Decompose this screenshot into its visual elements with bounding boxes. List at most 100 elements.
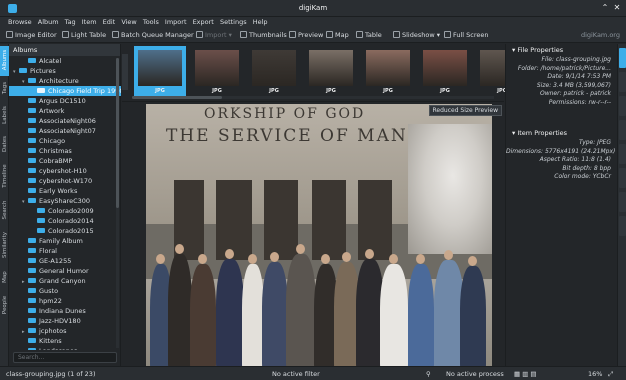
- album-tree-item[interactable]: Kittens: [9, 336, 121, 346]
- zoom-fit-icon[interactable]: ⤢: [608, 370, 613, 379]
- filmstrip-thumbnail[interactable]: JPG: [419, 46, 471, 96]
- thumbnails-button[interactable]: Thumbnails: [240, 31, 287, 39]
- tab-metadata[interactable]: [619, 72, 626, 92]
- album-tree-item[interactable]: ▸ Grand Canyon: [9, 276, 121, 286]
- filmstrip-thumbnail[interactable]: JPG: [362, 46, 414, 96]
- menu-album[interactable]: Album: [36, 17, 61, 27]
- minimize-button[interactable]: ⌃: [600, 3, 610, 13]
- menu-settings[interactable]: Settings: [218, 17, 249, 27]
- tab-tags[interactable]: Tags: [0, 78, 9, 100]
- property-row: Permissions: rw-r--r--: [548, 98, 611, 106]
- menu-help[interactable]: Help: [251, 17, 270, 27]
- folder-icon: [28, 318, 36, 323]
- album-tree-item[interactable]: cybershot-H10: [9, 166, 121, 176]
- batch-queue-button[interactable]: Batch Queue Manager: [112, 31, 194, 39]
- tab-tools[interactable]: [619, 216, 626, 236]
- menu-view[interactable]: View: [119, 17, 138, 27]
- album-tree-item[interactable]: Artwork: [9, 106, 121, 116]
- album-tree-item[interactable]: Landscapes: [9, 346, 121, 350]
- filmstrip-thumbnail[interactable]: JPG: [305, 46, 357, 96]
- menu-browse[interactable]: Browse: [6, 17, 34, 27]
- window-title: digiKam: [298, 4, 328, 12]
- table-button[interactable]: Table: [356, 31, 382, 39]
- slideshow-button[interactable]: Slideshow ▾: [393, 31, 440, 39]
- tab-filters[interactable]: [619, 192, 626, 212]
- fullscreen-button[interactable]: Full Screen: [444, 31, 489, 39]
- image-editor-button[interactable]: Image Editor: [6, 31, 57, 39]
- filter-icon[interactable]: ⚲: [426, 370, 431, 378]
- album-tree-item[interactable]: ▾ Architecture: [9, 76, 121, 86]
- album-tree-scrollbar[interactable]: [116, 58, 119, 348]
- album-tree-item[interactable]: Gusto: [9, 286, 121, 296]
- view-mode-icons[interactable]: ▦ ▥ ▤: [514, 370, 537, 378]
- close-button[interactable]: ✕: [612, 3, 622, 13]
- album-tree-item[interactable]: Colorado2014: [9, 216, 121, 226]
- tab-dates[interactable]: Dates: [0, 132, 9, 158]
- album-label: cybershot-H10: [39, 167, 87, 175]
- album-tree-item[interactable]: Chicago: [9, 136, 121, 146]
- album-tree-item[interactable]: Christmas: [9, 146, 121, 156]
- tab-albums[interactable]: Albums: [0, 46, 9, 76]
- filmstrip-thumbnail[interactable]: JPG: [134, 46, 186, 96]
- property-row: Type: JPEG: [579, 139, 611, 146]
- menu-export[interactable]: Export: [191, 17, 216, 27]
- album-tree-item[interactable]: cybershot-W170: [9, 176, 121, 186]
- folder-icon: [28, 58, 36, 63]
- album-tree-item[interactable]: ▾ Pictures: [9, 66, 121, 76]
- tab-colors[interactable]: [619, 96, 626, 116]
- tab-properties[interactable]: [619, 48, 626, 68]
- album-tree-item[interactable]: Floral: [9, 246, 121, 256]
- album-tree-item[interactable]: Colorado2009: [9, 206, 121, 216]
- filmstrip-scrollbar[interactable]: [132, 96, 494, 99]
- tab-map[interactable]: Map: [0, 266, 9, 290]
- album-tree-item[interactable]: hpm22: [9, 296, 121, 306]
- album-tree-item[interactable]: Chicago Field Trip 1990: [9, 86, 121, 96]
- menu-edit[interactable]: Edit: [101, 17, 118, 27]
- album-tree-item[interactable]: Jazz-HDV180: [9, 316, 121, 326]
- album-search-input[interactable]: Search...: [13, 352, 117, 363]
- tab-versions[interactable]: [619, 168, 626, 188]
- light-table-icon: [62, 31, 69, 38]
- light-table-button[interactable]: Light Table: [62, 31, 106, 39]
- album-tree-item[interactable]: Indiana Dunes: [9, 306, 121, 316]
- scrollbar-thumb[interactable]: [116, 58, 119, 208]
- filmstrip-scrollbar-thumb[interactable]: [132, 96, 222, 99]
- menu-item[interactable]: Item: [80, 17, 99, 27]
- item-properties-header[interactable]: ▾ Item Properties: [506, 127, 617, 139]
- menu-tag[interactable]: Tag: [63, 17, 78, 27]
- album-tree-item[interactable]: AssociateNight07: [9, 126, 121, 136]
- album-tree-item[interactable]: GE-A1255: [9, 256, 121, 266]
- tab-timeline[interactable]: Timeline: [0, 160, 9, 194]
- album-tree-item[interactable]: CobraBMP: [9, 156, 121, 166]
- map-button[interactable]: Map: [326, 31, 349, 39]
- filmstrip-thumbnail[interactable]: JPG: [248, 46, 300, 96]
- menu-tools[interactable]: Tools: [141, 17, 161, 27]
- tab-labels[interactable]: Labels: [0, 102, 9, 130]
- tab-similarity[interactable]: Similarity: [0, 228, 9, 264]
- import-button[interactable]: Import ▾: [196, 31, 232, 39]
- album-tree-item[interactable]: ▸ jcphotos: [9, 326, 121, 336]
- zoom-level[interactable]: 16%: [588, 370, 602, 378]
- album-tree-item[interactable]: ▾ EasyShareC300: [9, 196, 121, 206]
- filmstrip-thumbnail[interactable]: JPG: [191, 46, 243, 96]
- album-tree-item[interactable]: Family Album: [9, 236, 121, 246]
- album-tree-item[interactable]: Early Works: [9, 186, 121, 196]
- filmstrip-handle[interactable]: [122, 54, 128, 90]
- brand-link[interactable]: digiKam.org: [581, 31, 620, 39]
- tab-captions[interactable]: [619, 144, 626, 164]
- photo-person-head: [416, 254, 425, 264]
- album-tree-item[interactable]: Argus DC1510: [9, 96, 121, 106]
- album-tree-item[interactable]: General Humor: [9, 266, 121, 276]
- preview-button[interactable]: Preview: [289, 31, 323, 39]
- album-tree-item[interactable]: Colorado2015: [9, 226, 121, 236]
- tab-search[interactable]: Search: [0, 196, 9, 226]
- album-tree-item[interactable]: AssociateNight06: [9, 116, 121, 126]
- property-row: Owner: patrick - patrick: [540, 90, 611, 97]
- image-preview[interactable]: ORKSHIP OF GOD THE SERVICE OF MAN: [146, 104, 492, 366]
- tab-maps[interactable]: [619, 120, 626, 140]
- tab-people[interactable]: People: [0, 292, 9, 320]
- album-tree-item[interactable]: Alcatel: [9, 56, 121, 66]
- file-properties-header[interactable]: ▾ File Properties: [506, 44, 617, 56]
- menu-import[interactable]: Import: [163, 17, 189, 27]
- reduced-size-preview-label: Reduced Size Preview: [428, 105, 502, 116]
